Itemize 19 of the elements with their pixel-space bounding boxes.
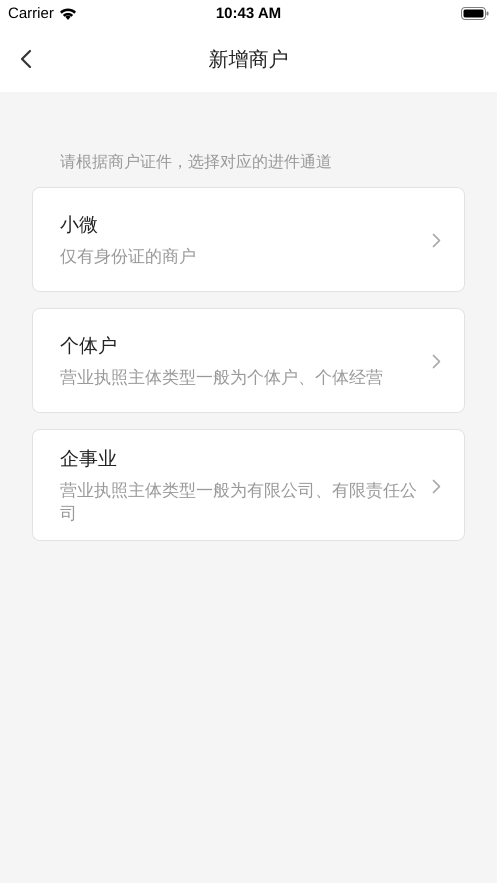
hint-text: 请根据商户证件，选择对应的进件通道 [59,152,333,173]
chevron-right-icon [432,233,441,248]
option-card[interactable]: 企事业 营业执照主体类型一般为有限公司、有限责任公司 [32,429,465,541]
option-card[interactable]: 个体户 营业执照主体类型一般为个体户、个体经营 [32,308,465,413]
battery-icon [461,6,489,20]
wifi-icon [58,6,77,20]
option-title: 企事业 [60,447,118,472]
status-time: 10:43 AM [216,4,282,22]
page-title: 新增商户 [208,46,288,72]
chevron-right-icon [432,354,441,369]
chevron-right-icon [432,478,441,494]
back-icon [20,49,32,69]
option-description: 仅有身份证的商户 [60,246,197,269]
option-title: 个体户 [60,334,118,359]
option-description: 营业执照主体类型一般为有限公司、有限责任公司 [60,480,418,526]
carrier-name: Carrier [8,4,54,22]
option-card[interactable]: 小微 仅有身份证的商户 [32,187,465,292]
option-title: 小微 [60,213,99,238]
option-description: 营业执照主体类型一般为个体户、个体经营 [60,367,384,390]
